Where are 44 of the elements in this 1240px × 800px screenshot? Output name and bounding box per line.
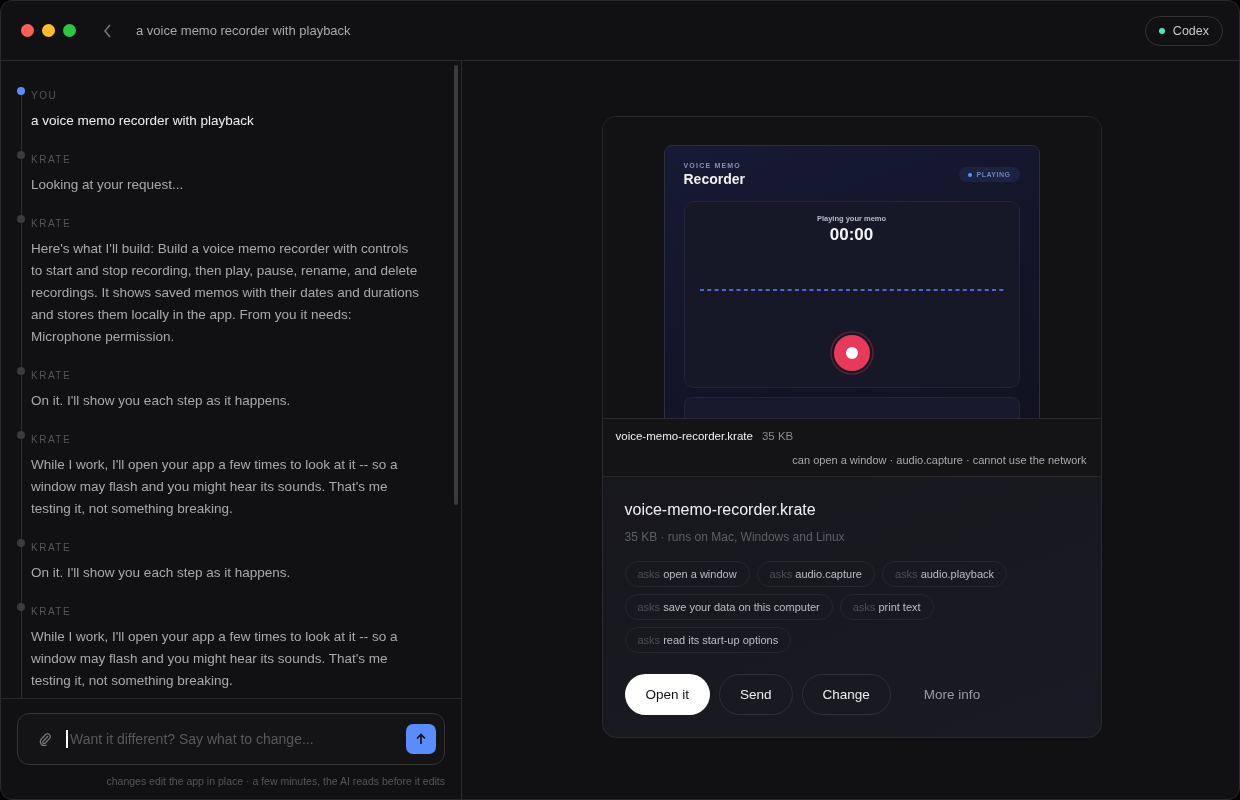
timeline-dot: [17, 87, 25, 95]
minimize-button[interactable]: [42, 24, 55, 37]
package-subtitle: 35 KB · runs on Mac, Windows and Linux: [624, 530, 846, 544]
timeline-dot: [17, 431, 25, 439]
close-button[interactable]: [21, 24, 34, 37]
timeline-dot: [17, 603, 25, 611]
timeline-dot: [17, 151, 25, 159]
message-text: While I work, I'll open your app a few times to look at it -- so a window may flash and you might hear its sounds. That's me testing it, not something breaking.: [31, 628, 399, 690]
model-label: Codex: [1172, 23, 1209, 38]
sender-label: KRATE: [31, 154, 72, 165]
message-text-input[interactable]: Want it different? Say what to change...: [66, 730, 392, 748]
composer-hint: changes edit the app in place · a few minutes, the AI reads before it edits: [105, 775, 445, 787]
more-info-link[interactable]: More info: [903, 674, 1001, 715]
message-text: Here's what I'll build: Build a voice memo recorder with controls to start and stop recording, then play, pause, rename, and delete recordings. It shows saved memos with their dates and durations and stores them locally in the app. From you it needs: Microphone permission.: [31, 240, 420, 346]
scrollbar[interactable]: [454, 65, 458, 505]
timeline-dot: [17, 539, 25, 547]
zoom-button[interactable]: [63, 24, 76, 37]
file-size: 35 KB: [761, 430, 794, 442]
capabilities-text: can open a window · audio.capture · cannot use the network: [791, 454, 1087, 466]
sender-label: KRATE: [31, 218, 72, 229]
send-button[interactable]: [406, 724, 436, 754]
file-name: voice-memo-recorder.krate: [615, 430, 753, 442]
back-chevron-icon[interactable]: [102, 23, 114, 38]
timeline-dot: [17, 215, 25, 223]
app-title: Recorder: [683, 171, 745, 187]
message-text: On it. I'll show you each step as it happens.: [31, 564, 292, 582]
sender-label: KRATE: [31, 434, 72, 445]
paperclip-icon[interactable]: [38, 732, 52, 746]
sender-label: KRATE: [31, 542, 72, 553]
message-field[interactable]: Want it different? Say what to change...: [17, 713, 445, 765]
message-text: Looking at your request...: [31, 176, 185, 194]
action-button[interactable]: Open it: [624, 674, 711, 715]
message-text: a voice memo recorder with playback: [31, 112, 255, 130]
package-title: voice-memo-recorder.krate: [624, 501, 817, 519]
arrow-up-icon: [415, 733, 427, 745]
sender-label: YOU: [31, 90, 58, 101]
sender-label: KRATE: [31, 606, 72, 617]
timeline-dot: [17, 367, 25, 375]
window-title: a voice memo recorder with playback: [136, 23, 352, 38]
message-text: While I work, I'll open your app a few times to look at it -- so a window may flash and you might hear its sounds. That's me testing it, not something breaking.: [31, 456, 399, 518]
sender-label: KRATE: [31, 370, 72, 381]
message-text: On it. I'll show you each step as it happens.: [31, 392, 292, 410]
timer-text: 00:00: [829, 225, 874, 245]
record-button[interactable]: [829, 331, 874, 375]
